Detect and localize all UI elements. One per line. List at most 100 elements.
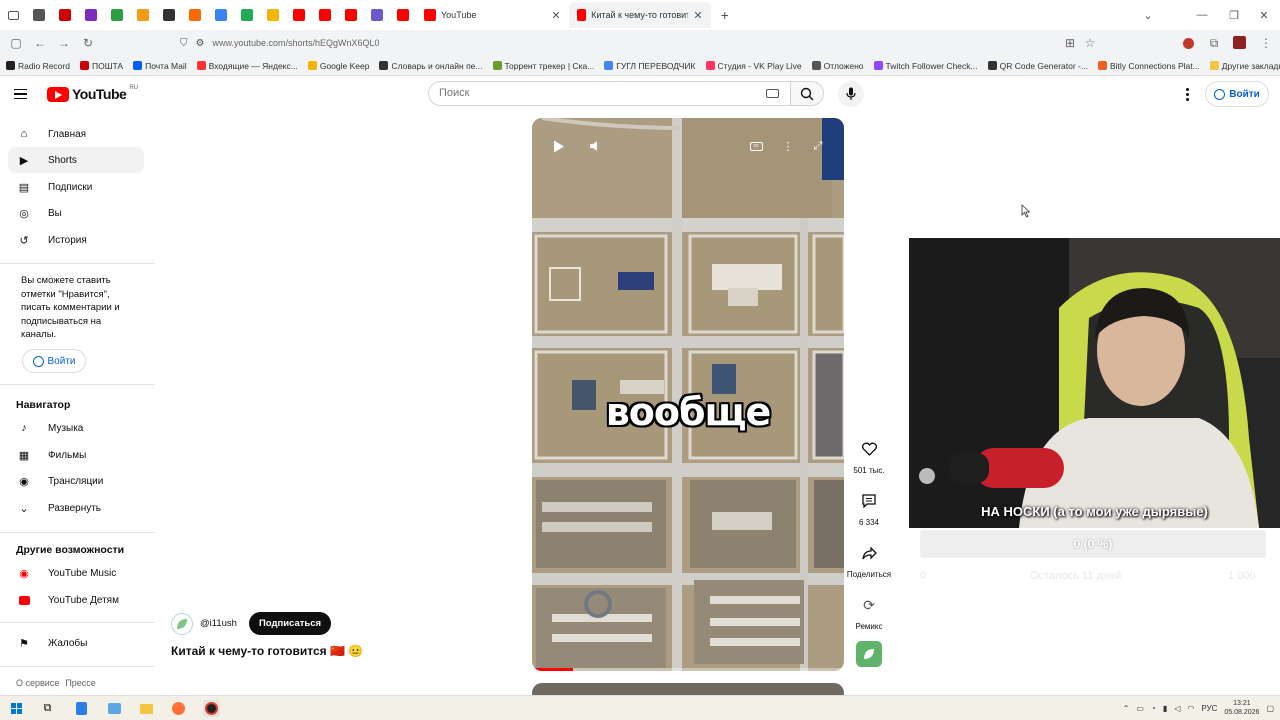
- bookmark-item[interactable]: Отложено: [811, 61, 864, 71]
- pinned-tab[interactable]: [52, 0, 78, 30]
- video-progress-bar[interactable]: [532, 668, 844, 671]
- media-app-icon[interactable]: [106, 700, 123, 717]
- sidebar-item-expand[interactable]: ⌄ Развернуть: [8, 495, 144, 521]
- pinned-tab[interactable]: [260, 0, 286, 30]
- pinned-tab[interactable]: [286, 0, 312, 30]
- tray-expand-icon[interactable]: ⌃: [1123, 704, 1130, 713]
- tab-youtube[interactable]: YouTube ✕: [416, 2, 569, 28]
- footer-link-press[interactable]: Прессе: [65, 678, 96, 688]
- close-tab-icon[interactable]: ✕: [693, 9, 702, 22]
- subscribe-button[interactable]: Подписаться: [248, 612, 332, 635]
- like-button[interactable]: [854, 434, 884, 464]
- pinned-tab[interactable]: [208, 0, 234, 30]
- pinned-tab[interactable]: [78, 0, 104, 30]
- pinned-tab[interactable]: [130, 0, 156, 30]
- tab-list-icon[interactable]: [0, 0, 26, 30]
- bookmark-item[interactable]: Почта Mail: [133, 61, 187, 71]
- share-button[interactable]: [854, 538, 884, 568]
- url-field[interactable]: ⛉ ⚙ www.youtube.com/shorts/hEQgWnX6QL0: [180, 34, 1100, 52]
- sidebar-item-films[interactable]: ▦ Фильмы: [8, 442, 144, 468]
- bookmark-item[interactable]: Google Keep: [307, 61, 369, 71]
- battery-icon[interactable]: ▭: [1136, 704, 1144, 713]
- sidebar-item-you[interactable]: ◎ Вы: [8, 200, 144, 226]
- close-window-button[interactable]: ✕: [1248, 0, 1280, 30]
- browser-menu-icon[interactable]: ⋮: [1254, 31, 1278, 55]
- sidebar-item-youtube-music[interactable]: ◉ YouTube Music: [8, 560, 144, 586]
- sidebar-item-history[interactable]: ↺ История: [8, 227, 144, 253]
- pinned-tab[interactable]: [364, 0, 390, 30]
- sidebar-item-reports[interactable]: ⚑ Жалобы: [8, 630, 144, 656]
- pinned-tab[interactable]: [156, 0, 182, 30]
- remix-button[interactable]: ⟳: [854, 590, 884, 620]
- pinned-tab[interactable]: [390, 0, 416, 30]
- speaker-icon[interactable]: ◁: [1174, 704, 1180, 713]
- back-button[interactable]: ←: [28, 31, 52, 55]
- firefox-icon[interactable]: [170, 700, 187, 717]
- forward-button[interactable]: →: [52, 31, 76, 55]
- restore-button[interactable]: ❐: [1218, 0, 1250, 30]
- close-tab-icon[interactable]: ✕: [551, 9, 560, 22]
- bookmark-item[interactable]: Входящие — Яндекс...: [196, 61, 298, 71]
- mute-button[interactable]: [585, 136, 605, 156]
- extensions-puzzle-icon[interactable]: ⧉: [1202, 31, 1226, 55]
- settings-more-icon[interactable]: [1180, 85, 1194, 103]
- voice-search-button[interactable]: [838, 81, 864, 107]
- new-tab-button[interactable]: +: [721, 7, 729, 23]
- profile-avatar[interactable]: [1233, 36, 1246, 49]
- sign-in-button[interactable]: Войти: [1205, 81, 1269, 107]
- bookmark-item[interactable]: Студия - VK Play Live: [705, 61, 802, 71]
- language-indicator[interactable]: РУС: [1201, 704, 1217, 713]
- chrome-icon[interactable]: [203, 700, 220, 717]
- search-button[interactable]: [790, 81, 824, 106]
- task-view-icon[interactable]: ⧉: [39, 700, 56, 717]
- comments-button[interactable]: [854, 486, 884, 516]
- file-explorer-icon[interactable]: [138, 700, 155, 717]
- start-button[interactable]: [8, 700, 25, 717]
- sidebar-item-music[interactable]: ♪ Музыка: [8, 415, 144, 441]
- keyboard-icon[interactable]: [766, 89, 779, 98]
- video-title[interactable]: Китай к чему-то готовится 🇨🇳 😐: [171, 644, 363, 658]
- pinned-tab[interactable]: [338, 0, 364, 30]
- permissions-icon[interactable]: ⚙: [196, 38, 205, 49]
- search-input[interactable]: [439, 87, 739, 99]
- site-info-icon[interactable]: ⛉: [180, 38, 188, 49]
- pinned-tab[interactable]: [104, 0, 130, 30]
- channel-name[interactable]: @i11ush: [200, 618, 237, 629]
- bookmark-item[interactable]: Twitch Follower Check...: [873, 61, 978, 71]
- pinned-tab[interactable]: [312, 0, 338, 30]
- fullscreen-button[interactable]: ⤢: [808, 136, 828, 156]
- footer-link-about[interactable]: О сервисе: [16, 678, 59, 688]
- audio-source-thumbnail[interactable]: [856, 641, 882, 667]
- pinned-tab[interactable]: [182, 0, 208, 30]
- bookmark-star-icon[interactable]: ☆: [1078, 31, 1102, 55]
- shorts-video-player[interactable]: cc ⋮ ⤢ вообще: [532, 118, 844, 671]
- pinned-tab[interactable]: [26, 0, 52, 30]
- minimize-button[interactable]: —: [1186, 0, 1218, 30]
- other-bookmarks[interactable]: Другие закладки: [1209, 61, 1280, 71]
- bookmark-item[interactable]: Словарь и онлайн пе...: [379, 61, 483, 71]
- notifications-icon[interactable]: ▢: [1266, 704, 1274, 713]
- bookmark-item[interactable]: ГУГЛ ПЕРЕВОДЧИК: [604, 61, 696, 71]
- tab-active-video[interactable]: Китай к чему-то готовится 🇨🇳 ✕: [568, 2, 711, 28]
- sidebar-toggle-icon[interactable]: ▢: [4, 31, 28, 55]
- channel-avatar[interactable]: [171, 612, 193, 635]
- bookmark-item[interactable]: ПОШТА: [79, 61, 123, 71]
- reload-button[interactable]: ↻: [76, 31, 100, 55]
- play-button[interactable]: [549, 136, 569, 156]
- sidebar-item-youtube-kids[interactable]: YouTube Детям: [8, 587, 144, 613]
- calculator-app-icon[interactable]: [73, 700, 90, 717]
- bookmark-item[interactable]: Bitly Connections Plat...: [1097, 61, 1200, 71]
- sidebar-item-live[interactable]: ◉ Трансляции: [8, 468, 144, 494]
- microphone-tray-icon[interactable]: ▮: [1163, 704, 1167, 713]
- video-more-button[interactable]: ⋮: [778, 136, 798, 156]
- bookmark-item[interactable]: Торрент трекер | Ска...: [492, 61, 594, 71]
- sidebar-item-shorts[interactable]: ▶ Shorts: [8, 147, 144, 173]
- network-icon[interactable]: ◔: [1151, 704, 1156, 713]
- bookmark-item[interactable]: Radio Record: [6, 61, 70, 71]
- bookmark-item[interactable]: QR Code Generator -...: [987, 61, 1088, 71]
- sidebar-item-home[interactable]: ⌂ Главная: [8, 121, 144, 147]
- clock[interactable]: 13:21 05.08.2026: [1224, 699, 1259, 717]
- sidebar-sign-in-button[interactable]: Войти: [22, 349, 86, 373]
- pinned-tab[interactable]: [234, 0, 260, 30]
- extension-icon[interactable]: [1183, 38, 1194, 49]
